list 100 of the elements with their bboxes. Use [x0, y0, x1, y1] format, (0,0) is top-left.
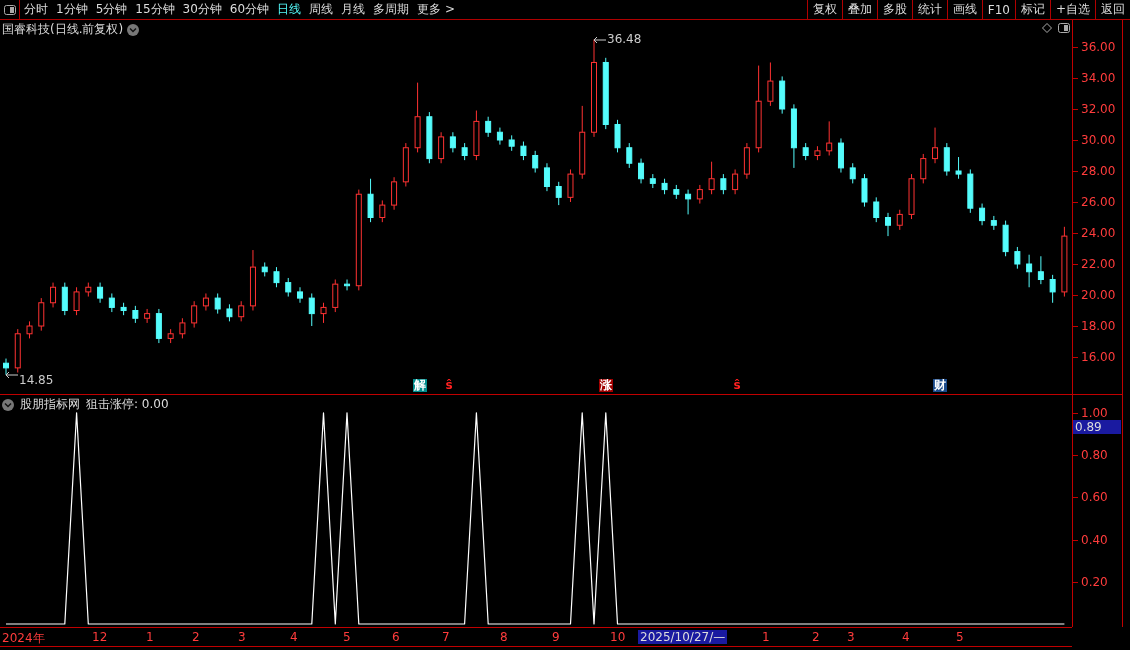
candlestick: [97, 282, 104, 304]
candlestick: [273, 266, 280, 288]
toolbar-button[interactable]: 标记: [1014, 0, 1050, 19]
toolbar-button[interactable]: 画线: [946, 0, 982, 19]
candlestick: [426, 111, 433, 164]
toolbar-button[interactable]: 返回: [1095, 0, 1130, 19]
date-label: 8: [499, 630, 509, 644]
period-tab[interactable]: 多周期: [369, 0, 414, 19]
candlestick: [249, 249, 256, 311]
candlestick: [438, 131, 445, 164]
candlestick: [520, 141, 527, 161]
candlestick: [626, 142, 633, 169]
candlestick: [720, 173, 727, 195]
period-tab[interactable]: 15分钟: [131, 0, 179, 19]
candlestick: [837, 137, 844, 174]
candlestick: [320, 302, 327, 324]
date-label: 4: [901, 630, 911, 644]
candlestick: [955, 156, 962, 180]
candlestick: [144, 308, 151, 324]
candlestick: [508, 134, 515, 152]
candlestick: [990, 215, 997, 231]
date-label: 5: [342, 630, 352, 644]
candlestick: [543, 162, 550, 192]
period-tab[interactable]: 1分钟: [52, 0, 92, 19]
candlestick: [826, 120, 833, 156]
candlestick: [85, 282, 92, 298]
period-tab[interactable]: 分时: [20, 0, 52, 19]
candlestick: [790, 103, 797, 169]
candlestick: [449, 131, 456, 153]
candlestick: [391, 176, 398, 211]
date-label: 5: [955, 630, 965, 644]
candlestick: [638, 158, 645, 184]
candlestick: [38, 297, 45, 332]
period-tab[interactable]: 30分钟: [178, 0, 226, 19]
signal-marker: ŝ: [732, 379, 742, 392]
candlestick: [485, 116, 492, 138]
candlestick: [696, 184, 703, 205]
date-label: 9: [551, 630, 561, 644]
candlestick: [344, 279, 351, 291]
period-tab[interactable]: 日线: [273, 0, 306, 19]
candlestick: [14, 328, 21, 373]
axis-label: 32.00: [1081, 101, 1116, 116]
date-label: 6: [391, 630, 401, 644]
candlestick: [402, 142, 409, 187]
date-label: 3: [237, 630, 247, 644]
candlestick: [1014, 246, 1021, 270]
candlestick: [202, 292, 209, 311]
candlestick: [732, 168, 739, 195]
candlestick: [567, 168, 574, 203]
candlestick: [885, 212, 891, 237]
dropdown-icon[interactable]: [127, 23, 140, 36]
date-label: 2025/10/27/—: [638, 630, 728, 644]
candlestick: [743, 142, 750, 180]
toolbar-button[interactable]: 复权: [806, 0, 842, 19]
candlestick: [379, 199, 386, 223]
axis-label: 24.00: [1081, 226, 1116, 240]
candlestick: [555, 181, 562, 206]
candlestick: [132, 305, 139, 324]
date-label: 1: [145, 630, 155, 644]
axis-label: 20.00: [1081, 288, 1116, 302]
leader-line: [6, 370, 18, 379]
candlestick: [943, 142, 950, 177]
candlestick: [191, 300, 198, 329]
period-tab[interactable]: 更多 >: [413, 0, 459, 19]
toolbar-button[interactable]: 多股: [876, 0, 912, 19]
candlestick: [120, 302, 127, 316]
candlestick: [873, 196, 880, 223]
candlestick: [1002, 220, 1009, 257]
signal-marker: 财: [933, 379, 947, 392]
date-label: 4: [289, 630, 299, 644]
period-tab[interactable]: 周线: [305, 0, 338, 19]
candlestick: [167, 328, 174, 344]
axis-label: 0.80: [1081, 448, 1108, 463]
candlestick: [3, 358, 9, 376]
candlestick: [308, 292, 315, 327]
axis-label: 0.40: [1081, 532, 1108, 547]
candlestick: [1049, 274, 1056, 304]
dropdown-icon[interactable]: [2, 398, 14, 411]
period-tab[interactable]: 60分钟: [225, 0, 274, 19]
period-tab[interactable]: 5分钟: [91, 0, 132, 19]
date-label: 10: [609, 630, 627, 644]
candlestick: [1037, 255, 1044, 285]
date-label: 3: [846, 630, 856, 644]
date-label: 2: [811, 630, 821, 644]
panel-toggle-icon: [1058, 23, 1070, 33]
period-tab[interactable]: 月线: [337, 0, 370, 19]
candlestick: [979, 203, 986, 226]
indicator-reading: 狙击涨停: 0.00: [86, 396, 169, 413]
low-price-label: 14.85: [19, 372, 54, 387]
toolbar-button[interactable]: +自选: [1049, 0, 1095, 19]
toolbar-button[interactable]: F10: [981, 0, 1015, 19]
toolbar-button[interactable]: 统计: [911, 0, 947, 19]
candlestick: [108, 292, 115, 313]
candlestick: [1026, 254, 1033, 288]
diamond-icon[interactable]: [1042, 23, 1052, 33]
toolbar-button[interactable]: 叠加: [841, 0, 877, 19]
candlestick: [297, 286, 303, 304]
candlestick: [861, 173, 868, 208]
candlestick: [932, 127, 939, 164]
candlestick: [261, 261, 268, 277]
